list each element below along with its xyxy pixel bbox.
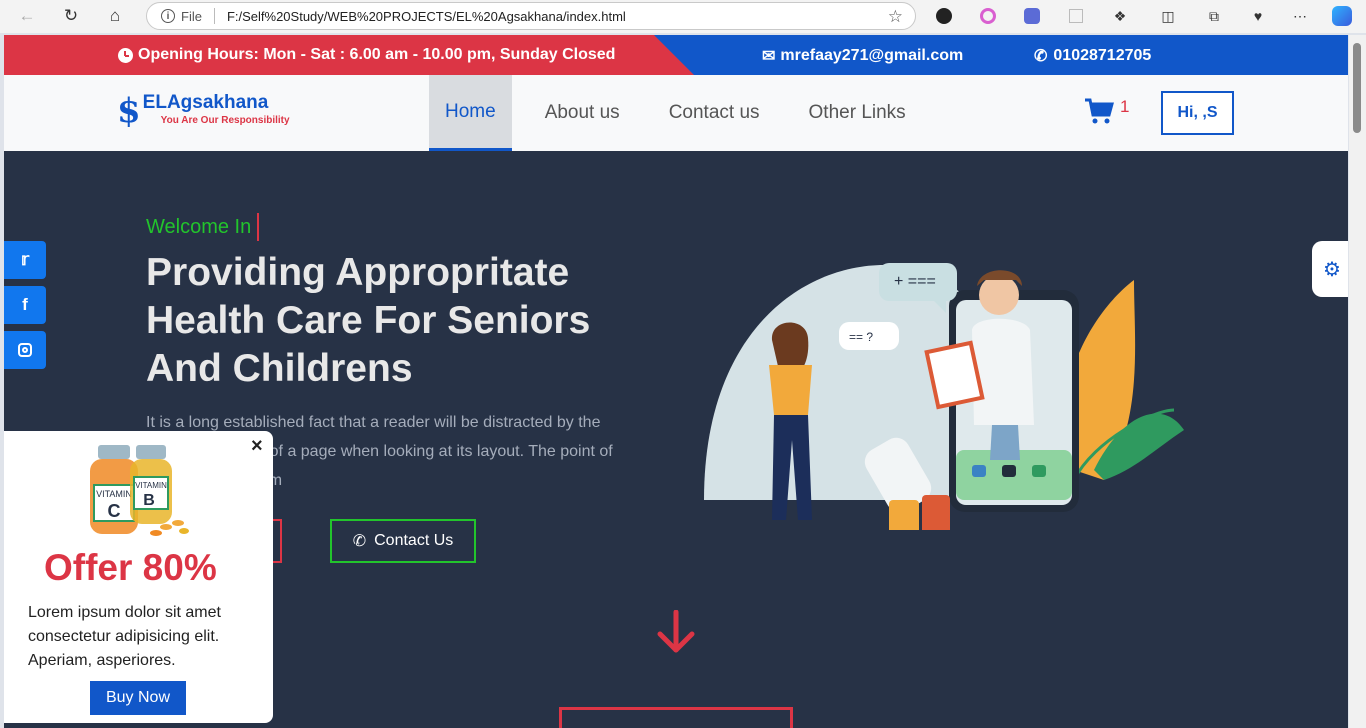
home-icon[interactable]: ⌂ [100, 1, 130, 31]
hero-headline: Providing Appropritate Health Care For S… [146, 251, 591, 390]
vitamin-bottles-image: VITAMIN C VITAMIN B [90, 445, 189, 536]
contact-phone[interactable]: ✆ 01028712705 [1034, 46, 1151, 66]
svg-text:VITAMIN: VITAMIN [96, 489, 132, 499]
site-logo[interactable]: $ ELAgsakhana You Are Our Responsibility [117, 91, 290, 131]
scroll-down-arrow-icon[interactable] [656, 610, 696, 654]
caduceus-logo-icon: $ [117, 91, 141, 131]
split-screen-icon[interactable]: ◫ [1156, 4, 1180, 28]
browser-toolbar: ← ↻ ⌂ i File F:/Self%20Study/WEB%20PROJE… [0, 0, 1366, 33]
offer-title: Offer 80% [44, 547, 217, 588]
svg-text:C: C [108, 501, 121, 521]
collections-icon[interactable]: ⧉ [1202, 4, 1226, 28]
cart-icon[interactable] [1084, 97, 1114, 132]
opening-hours: Opening Hours: Mon - Sat : 6.00 am - 10.… [118, 46, 615, 64]
scrollbar-thumb[interactable] [1353, 43, 1361, 133]
phone-volume-icon: ✆ [1034, 48, 1048, 65]
phone-volume-icon: ✆ [352, 533, 367, 550]
offer-popup: × VITAMIN C VITAMIN B Offer 80% Lorem ip… [4, 431, 273, 723]
page-viewport: Opening Hours: Mon - Sat : 6.00 am - 10.… [4, 35, 1348, 728]
reload-icon[interactable]: ↻ [56, 1, 86, 31]
svg-text:VITAMIN: VITAMIN [135, 481, 167, 490]
favorite-star-icon[interactable]: ☆ [888, 7, 903, 27]
extension-icon-2[interactable] [976, 4, 1000, 28]
logo-tagline: You Are Our Responsibility [160, 115, 290, 126]
typing-cursor [257, 213, 260, 241]
address-bar[interactable]: i File F:/Self%20Study/WEB%20PROJECTS/EL… [146, 2, 916, 30]
contact-email-text: mrefaay271@gmail.com [780, 47, 964, 64]
welcome-label: Welcome In [146, 215, 252, 238]
extensions-puzzle-icon[interactable]: ❖ [1108, 4, 1132, 28]
copilot-icon[interactable] [1330, 4, 1354, 28]
twitter-icon: 𝕣 [20, 250, 30, 269]
user-greeting-button[interactable]: Hi, ,S [1161, 91, 1234, 135]
next-section-heading-frame [559, 707, 793, 728]
extension-icon-4[interactable] [1064, 4, 1088, 28]
svg-text:B: B [143, 492, 155, 509]
main-navbar: $ ELAgsakhana You Are Our Responsibility… [4, 75, 1348, 151]
opening-hours-text: Opening Hours: Mon - Sat : 6.00 am - 10.… [138, 46, 616, 63]
hero-illustration: + === == ? [704, 263, 1184, 530]
settings-toggle[interactable]: ⚙ [1312, 241, 1348, 297]
site-info-icon[interactable]: i [161, 9, 175, 23]
offer-description: Lorem ipsum dolor sit amet consectetur a… [28, 604, 221, 669]
welcome-text: Welcome In [146, 213, 260, 241]
close-icon[interactable]: × [251, 435, 263, 458]
file-label: File [181, 8, 202, 24]
more-menu-icon[interactable]: ⋯ [1288, 4, 1312, 28]
envelope-open-icon: ✉ [762, 48, 776, 65]
browser-essentials-icon[interactable]: ♥ [1246, 4, 1270, 28]
url-text: F:/Self%20Study/WEB%20PROJECTS/EL%20Agsa… [226, 8, 626, 24]
gear-icon: ⚙ [1323, 258, 1341, 281]
logo-name: ELAgsakhana [142, 92, 269, 113]
instagram-link[interactable] [4, 331, 46, 369]
contact-us-button[interactable]: ✆ Contact Us [330, 519, 476, 563]
top-info-bar: Opening Hours: Mon - Sat : 6.00 am - 10.… [4, 35, 1348, 75]
nav-menu: Home About us Contact us Other Links [429, 75, 939, 151]
svg-text:== ?: == ? [849, 330, 873, 344]
nav-item-home[interactable]: Home [429, 75, 512, 151]
clock-icon [118, 47, 133, 63]
cart-count-badge: 1 [1120, 97, 1130, 116]
contact-us-label: Contact Us [374, 532, 454, 549]
contact-email[interactable]: ✉ mrefaay271@gmail.com [762, 46, 963, 66]
nav-item-other-links[interactable]: Other Links [793, 75, 922, 151]
nav-item-about[interactable]: About us [529, 75, 636, 151]
back-icon[interactable]: ← [12, 1, 42, 31]
page-scrollbar[interactable] [1349, 35, 1366, 728]
svg-text:+ ===: + === [894, 273, 936, 290]
twitter-link[interactable]: 𝕣 [4, 241, 46, 279]
extension-icon-1[interactable] [932, 4, 956, 28]
facebook-link[interactable]: f [4, 286, 46, 324]
contact-phone-text: 01028712705 [1053, 47, 1152, 64]
instagram-icon [18, 343, 32, 357]
facebook-icon: f [22, 295, 28, 314]
nav-item-contact[interactable]: Contact us [653, 75, 776, 151]
buy-now-button[interactable]: Buy Now [90, 681, 186, 715]
address-separator [213, 8, 215, 24]
extension-icon-3[interactable] [1020, 4, 1044, 28]
